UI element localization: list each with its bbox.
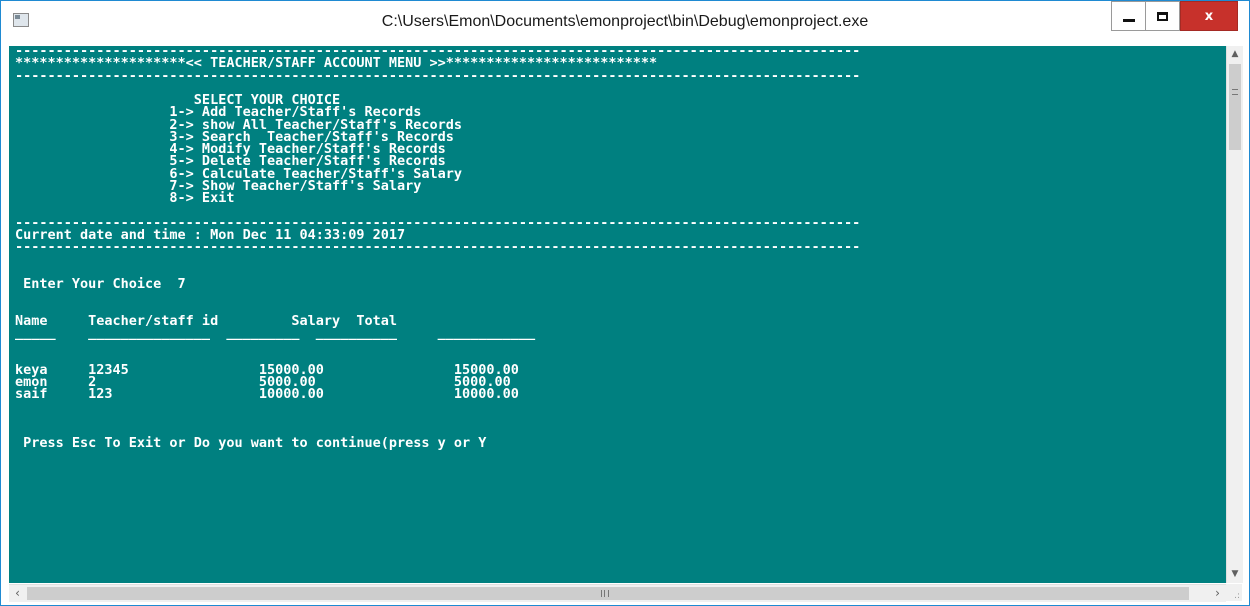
console-text: ----------------------------------------…: [15, 46, 861, 451]
menu-option: 8-> Exit: [15, 190, 235, 206]
continue-prompt: Press Esc To Exit or Do you want to cont…: [15, 435, 487, 451]
grip-icon: [1232, 89, 1238, 95]
maximize-icon: [1157, 11, 1168, 21]
scroll-down-arrow-icon[interactable]: ▼: [1227, 566, 1243, 583]
console-output[interactable]: ----------------------------------------…: [9, 46, 1226, 583]
choice-prompt: Enter Your Choice 7: [15, 275, 186, 292]
table-row: saif 123 10000.00 10000.00: [15, 386, 519, 402]
console-line: ----------------------------------------…: [15, 239, 861, 255]
minimize-icon: [1122, 18, 1135, 22]
window-title: C:\Users\Emon\Documents\emonproject\bin\…: [381, 13, 869, 30]
vertical-scroll-thumb[interactable]: [1229, 64, 1241, 150]
horizontal-scrollbar[interactable]: ‹ ›: [9, 584, 1226, 602]
resize-grip-icon[interactable]: [1226, 584, 1242, 601]
minimize-button[interactable]: [1111, 1, 1146, 31]
close-button[interactable]: x: [1180, 1, 1238, 31]
horizontal-scroll-thumb[interactable]: [27, 587, 1189, 600]
table-underline: _____ _______________ _________ ________…: [15, 324, 536, 341]
console-window: C:\Users\Emon\Documents\emonproject\bin\…: [0, 0, 1250, 606]
scroll-left-arrow-icon[interactable]: ‹: [9, 585, 26, 602]
console-line: ----------------------------------------…: [15, 67, 861, 84]
vertical-scrollbar[interactable]: ▲ ▼: [1226, 46, 1243, 583]
grip-icon: [601, 590, 609, 597]
maximize-button[interactable]: [1145, 1, 1180, 31]
title-bar[interactable]: C:\Users\Emon\Documents\emonproject\bin\…: [1, 1, 1249, 45]
scroll-right-arrow-icon[interactable]: ›: [1209, 585, 1226, 602]
close-icon: x: [1204, 8, 1214, 24]
scroll-up-arrow-icon[interactable]: ▲: [1227, 46, 1243, 63]
